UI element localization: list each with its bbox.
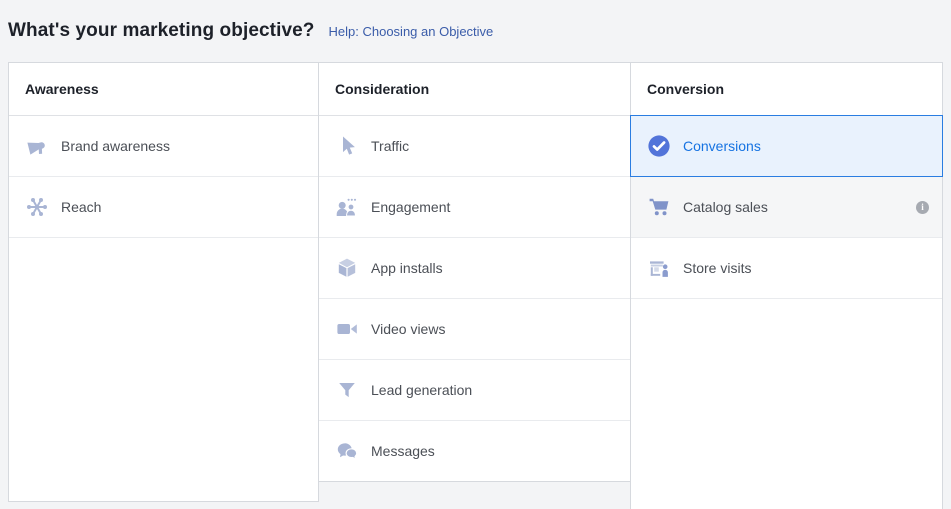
objective-reach[interactable]: Reach (9, 176, 318, 237)
objective-label: Reach (61, 199, 101, 215)
storefront-icon (647, 256, 671, 280)
objective-label: Catalog sales (683, 199, 768, 215)
objective-traffic[interactable]: Traffic (319, 116, 630, 176)
column-consideration: Consideration Traffic (318, 62, 631, 482)
objective-messages[interactable]: Messages (319, 420, 630, 481)
column-header-consideration: Consideration (319, 63, 630, 116)
objective-label: Brand awareness (61, 138, 170, 154)
column-conversion: Conversion Conversions C (630, 62, 943, 509)
empty-cell (631, 298, 942, 509)
objective-label: Messages (371, 443, 435, 459)
objective-label: Conversions (683, 138, 761, 154)
objective-app-installs[interactable]: App installs (319, 237, 630, 298)
cursor-icon (335, 134, 359, 158)
objective-columns: Awareness Brand awareness (8, 62, 943, 509)
check-circle-icon (647, 134, 671, 158)
objective-label: Video views (371, 321, 445, 337)
empty-cell (9, 237, 318, 501)
reach-network-icon (25, 195, 49, 219)
objective-conversions-selected[interactable]: Conversions (630, 115, 943, 177)
objective-label: Traffic (371, 138, 409, 154)
objective-catalog-sales[interactable]: Catalog sales i (631, 177, 942, 237)
chat-bubbles-icon (335, 439, 359, 463)
people-engagement-icon (335, 195, 359, 219)
page-header: What's your marketing objective? Help: C… (8, 20, 493, 42)
objective-lead-generation[interactable]: Lead generation (319, 359, 630, 420)
column-awareness: Awareness Brand awareness (8, 62, 319, 502)
column-header-conversion: Conversion (631, 63, 942, 116)
cube-icon (335, 256, 359, 280)
objective-engagement[interactable]: Engagement (319, 176, 630, 237)
page-title: What's your marketing objective? (8, 20, 315, 42)
objective-store-visits[interactable]: Store visits (631, 237, 942, 298)
video-camera-icon (335, 317, 359, 341)
objective-label: App installs (371, 260, 443, 276)
shopping-cart-icon (647, 195, 671, 219)
info-icon[interactable]: i (916, 201, 929, 214)
column-header-awareness: Awareness (9, 63, 318, 116)
help-link[interactable]: Help: Choosing an Objective (329, 24, 494, 39)
objective-label: Lead generation (371, 382, 472, 398)
objective-label: Store visits (683, 260, 751, 276)
megaphone-icon (25, 134, 49, 158)
objective-brand-awareness[interactable]: Brand awareness (9, 116, 318, 176)
objective-video-views[interactable]: Video views (319, 298, 630, 359)
objective-label: Engagement (371, 199, 450, 215)
funnel-icon (335, 378, 359, 402)
